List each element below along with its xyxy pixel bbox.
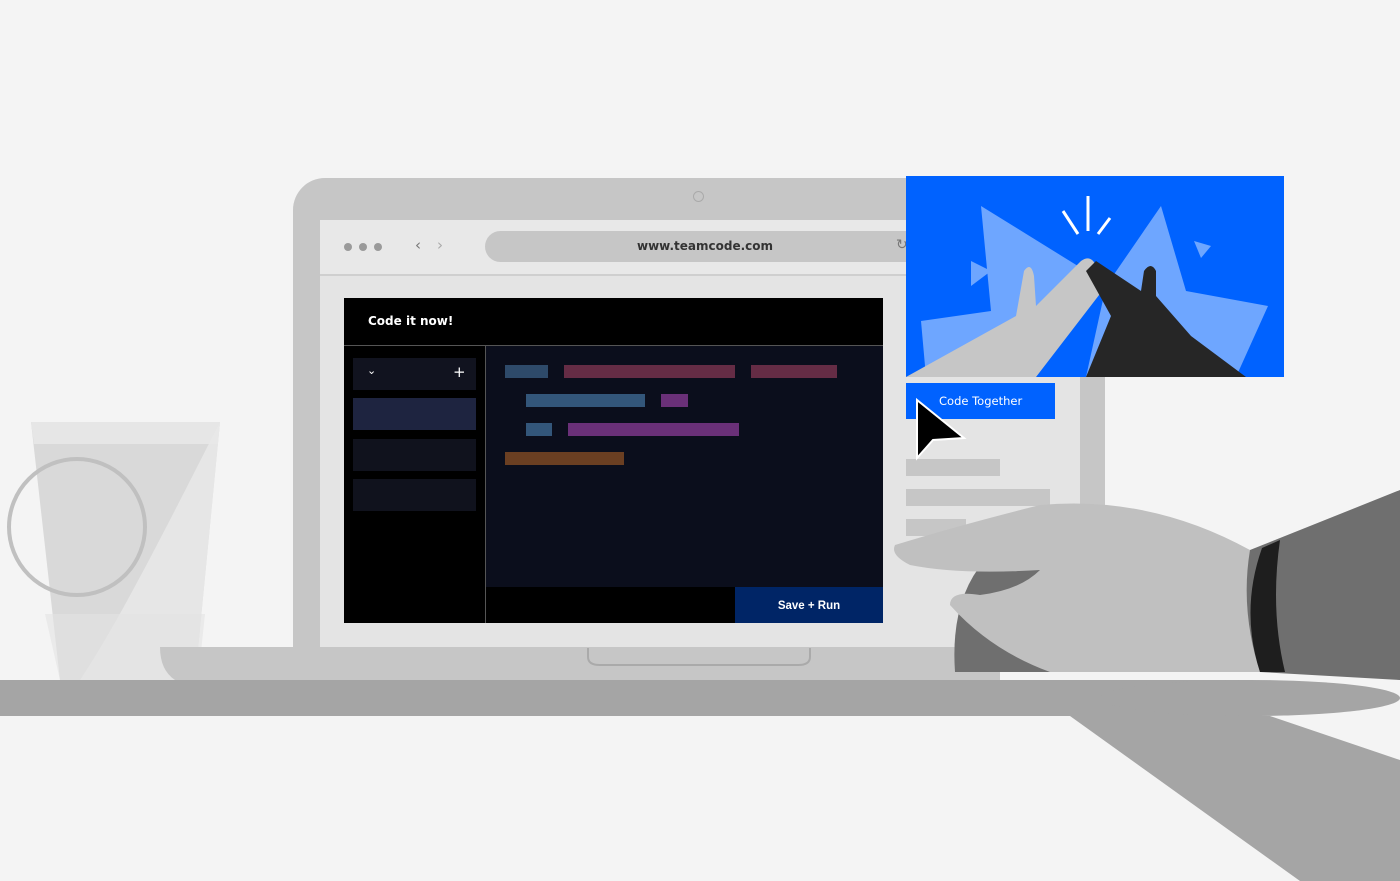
code-token: [505, 365, 548, 378]
window-dot[interactable]: [344, 243, 352, 251]
file-item[interactable]: [353, 479, 476, 511]
laptop-base: [160, 647, 1000, 680]
url-bar[interactable]: www.teamcode.com: [485, 231, 925, 262]
save-run-button[interactable]: Save + Run: [735, 587, 883, 623]
code-app: Code it now! ⌄ + Save + Run: [344, 298, 883, 623]
app-title: Code it now!: [368, 314, 454, 328]
plus-icon[interactable]: +: [453, 363, 466, 381]
code-editor[interactable]: [486, 346, 883, 587]
code-token: [564, 365, 735, 378]
cup: [7, 422, 220, 680]
code-token: [661, 394, 688, 407]
code-together-button[interactable]: Code Together: [906, 383, 1055, 419]
window-dot[interactable]: [374, 243, 382, 251]
code-token: [526, 394, 645, 407]
file-item[interactable]: [353, 439, 476, 471]
chevron-right-icon[interactable]: ›: [437, 236, 443, 254]
desk: [0, 680, 1400, 881]
camera-icon: [693, 191, 704, 202]
window-dot[interactable]: [359, 243, 367, 251]
placeholder-line: [906, 519, 966, 536]
placeholder-line: [906, 459, 1000, 476]
high-five-illustration: [906, 176, 1284, 377]
file-item-selected[interactable]: [353, 398, 476, 430]
chevron-down-icon[interactable]: ⌄: [367, 364, 376, 377]
code-token: [505, 452, 624, 465]
code-token: [526, 423, 552, 436]
code-token: [568, 423, 739, 436]
chevron-left-icon[interactable]: ‹: [415, 236, 421, 254]
code-token: [751, 365, 837, 378]
placeholder-line: [906, 489, 1050, 506]
file-toolbar: ⌄ +: [353, 358, 476, 390]
